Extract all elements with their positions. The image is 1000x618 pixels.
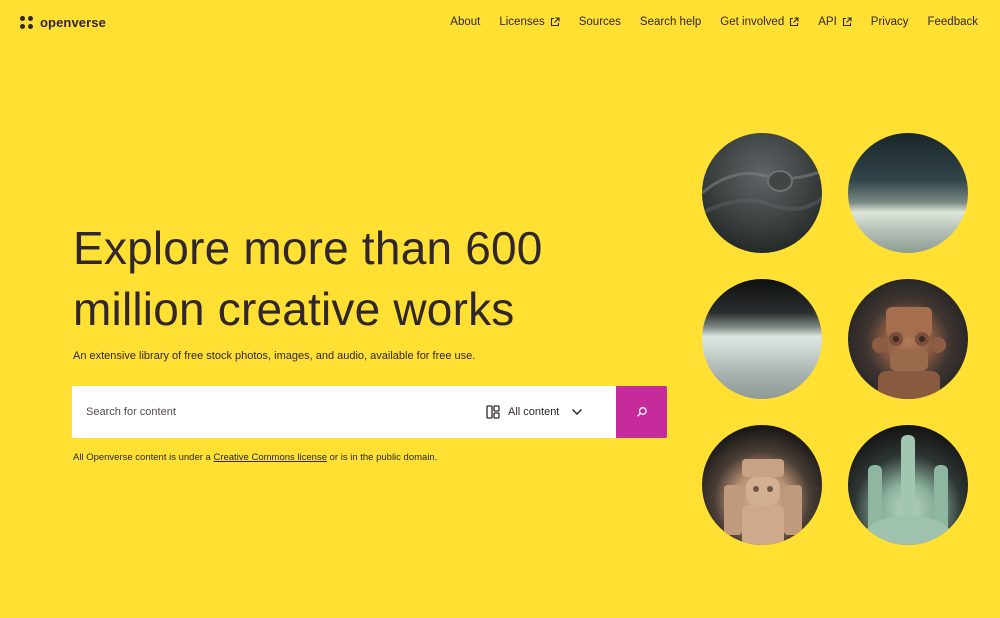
featured-image-2[interactable] (848, 133, 968, 253)
search-icon (636, 407, 647, 417)
featured-image-3[interactable] (702, 279, 822, 399)
license-notice-prefix: All Openverse content is under a (73, 452, 214, 463)
creative-commons-link[interactable]: Creative Commons license (213, 452, 327, 463)
nav-search-help-label: Search help (639, 16, 702, 28)
content-type-select[interactable]: All content (476, 386, 616, 438)
nav-feedback-label: Feedback (927, 16, 978, 28)
nav-api-label: API (818, 16, 837, 28)
featured-image-4[interactable] (848, 279, 968, 399)
site-header: openverse About Licenses Sources Search … (0, 0, 1000, 46)
content-type-label: All content (508, 406, 560, 418)
hero-headline-line2: million creative works (73, 283, 515, 335)
featured-image-6[interactable] (848, 425, 968, 545)
hero-headline: Explore more than 600 million creative w… (73, 218, 673, 340)
search-button[interactable] (616, 386, 667, 438)
nav-about[interactable]: About (450, 16, 480, 28)
nav-privacy-label: Privacy (870, 16, 909, 28)
main-nav: About Licenses Sources Search help Get i… (431, 16, 978, 28)
nav-get-involved[interactable]: Get involved (720, 16, 799, 28)
openverse-logo[interactable]: openverse (20, 15, 106, 30)
brand-name: openverse (40, 15, 106, 30)
nav-feedback[interactable]: Feedback (927, 16, 978, 28)
featured-image-5[interactable] (702, 425, 822, 545)
hero-subtitle: An extensive library of free stock photo… (73, 350, 476, 362)
content-type-icon (486, 405, 500, 419)
nav-search-help[interactable]: Search help (640, 16, 701, 28)
nav-privacy[interactable]: Privacy (871, 16, 909, 28)
nav-sources-label: Sources (578, 16, 621, 28)
external-link-icon (842, 17, 852, 27)
external-link-icon (550, 17, 560, 27)
openverse-logo-icon (20, 15, 34, 30)
featured-image-1[interactable] (702, 133, 822, 253)
nav-licenses[interactable]: Licenses (499, 16, 560, 28)
external-link-icon (790, 17, 799, 27)
license-notice: All Openverse content is under a Creativ… (73, 452, 437, 463)
nav-licenses-label: Licenses (499, 16, 545, 28)
nav-sources[interactable]: Sources (579, 16, 621, 28)
search-bar: All content (72, 386, 667, 438)
chevron-down-icon (572, 408, 583, 416)
search-input[interactable] (72, 386, 476, 438)
nav-about-label: About (450, 16, 481, 28)
nav-get-involved-label: Get involved (720, 16, 785, 28)
license-notice-suffix: or is in the public domain. (326, 452, 438, 463)
hero-headline-line1: Explore more than 600 (73, 222, 543, 274)
nav-api[interactable]: API (818, 16, 852, 28)
